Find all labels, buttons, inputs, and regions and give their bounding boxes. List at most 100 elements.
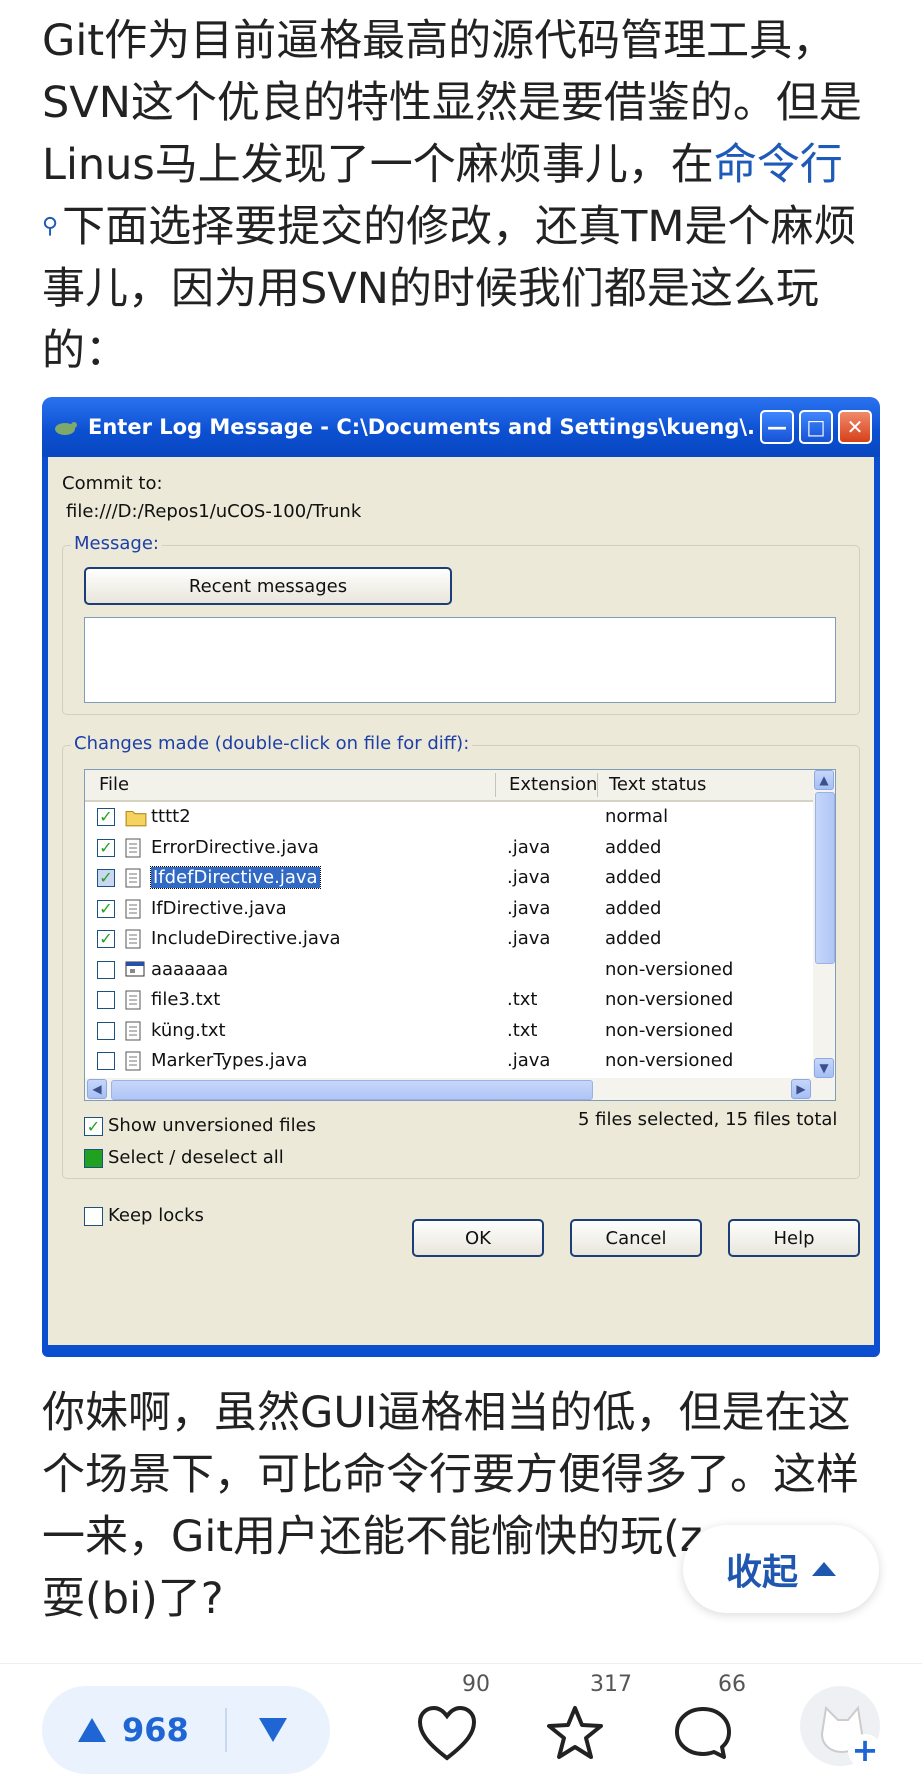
avatar[interactable]: + [800,1686,882,1768]
file-extension: .java [507,1050,551,1071]
list-header: File Extension Text status [85,770,813,802]
file-checkbox[interactable] [97,1052,115,1070]
file-checkbox[interactable] [97,1021,115,1040]
upvote-arrow-icon [78,1718,106,1742]
select-all-checkbox[interactable] [84,1149,103,1168]
heart-icon [417,1705,477,1761]
file-status: non-versioned [605,1019,734,1041]
minimize-button[interactable]: — [760,410,794,444]
file-checkbox[interactable]: ✓ [97,930,115,948]
file-icon [125,899,143,920]
file-name: tttt2 [151,806,191,827]
collapse-button[interactable]: 收起 [683,1525,879,1613]
file-icon [125,990,143,1011]
column-header-extension[interactable]: Extension [509,774,597,795]
file-status: added [605,928,662,949]
commit-to-url: file:///D:/Repos1/uCOS-100/Trunk [66,501,362,522]
file-row[interactable]: ✓ IfDirective.java .java added [85,896,813,923]
cancel-button[interactable]: Cancel [570,1219,702,1257]
file-checkbox[interactable] [97,960,115,979]
file-row[interactable]: file3.txt .txt non-versioned [85,987,813,1014]
favorite-count: 317 [590,1672,632,1697]
dialog-titlebar: Enter Log Message - C:\Documents and Set… [42,397,880,457]
file-checkbox[interactable] [97,991,115,1009]
keep-locks-label: Keep locks [108,1205,204,1226]
file-name: MarkerTypes.java [151,1050,308,1071]
scroll-up-arrow-icon[interactable]: ▲ [814,770,834,790]
recent-messages-button[interactable]: Recent messages [84,567,452,605]
file-icon [125,929,143,950]
like-button[interactable]: 90 [416,1672,490,1766]
dialog-title: Enter Log Message - C:\Documents and Set… [88,415,755,439]
file-row[interactable]: ✓ IncludeDirective.java .java added [85,926,813,953]
file-name: file3.txt [151,989,221,1010]
changes-list[interactable]: File Extension Text status ✓ tttt2 normal ✓… [84,769,836,1101]
file-name: aaaaaaa [151,958,229,980]
commit-to-label: Commit to: [62,473,163,494]
article-paragraph-1: Git作为目前逼格最高的源代码管理工具，SVN这个优良的特性显然是要借鉴的。但是… [42,10,892,382]
comment-count: 66 [718,1672,746,1697]
star-icon [547,1706,603,1759]
file-extension: .java [507,867,551,888]
scroll-right-arrow-icon[interactable]: ▶ [791,1079,811,1099]
horizontal-scrollbar[interactable]: ◀ ▶ [85,1078,835,1100]
dialog-client-area: Commit to: file:///D:/Repos1/uCOS-100/Tr… [48,457,874,1345]
column-header-file[interactable]: File [99,774,129,795]
vote-pill: 968 [42,1686,330,1774]
help-button[interactable]: Help [728,1219,860,1257]
caret-up-icon [812,1562,836,1576]
file-row[interactable]: küng.txt .txt non-versioned [85,1018,813,1045]
paragraph-text: 耍(bi)了? [42,1574,224,1624]
upvote-count: 968 [122,1711,189,1749]
file-status: non-versioned [605,1050,734,1071]
close-button[interactable]: ✕ [838,410,872,444]
search-icon[interactable]: ⚲ [42,214,58,239]
file-status: non-versioned [605,958,734,980]
file-icon [125,1051,143,1072]
horizontal-scroll-thumb[interactable] [111,1080,593,1100]
show-unversioned-label: Show unversioned files [108,1115,317,1136]
file-name: IfdefDirective.java [150,866,321,889]
file-status: normal [605,806,669,827]
collapse-label: 收起 [725,1552,798,1593]
folder-icon [125,807,147,828]
log-message-dialog-image[interactable]: Enter Log Message - C:\Documents and Set… [42,397,880,1357]
file-status: added [605,897,662,919]
file-icon [125,1021,143,1042]
file-row[interactable]: ✓ IfdefDirective.java .java added [85,865,813,892]
bottom-action-bar: 968 90 317 66 + [0,1663,922,1791]
paragraph-text: 下面选择要提交的修改，还真TM是个麻烦事儿，因为用SVN的时候我们都是这么玩的： [42,202,857,376]
file-row[interactable]: ✓ tttt2 normal [85,804,813,831]
file-status: non-versioned [605,989,734,1010]
file-name: küng.txt [151,1019,226,1041]
file-row[interactable]: aaaaaaa non-versioned [85,957,813,984]
file-checkbox[interactable]: ✓ [97,899,115,918]
command-line-link[interactable]: 命令行 [714,140,843,190]
vertical-scrollbar[interactable]: ▲ ▼ [813,770,835,1078]
select-all-label: Select / deselect all [108,1147,284,1168]
keep-locks-checkbox[interactable] [84,1207,103,1226]
exe-icon [125,960,145,981]
file-checkbox[interactable]: ✓ [97,808,115,826]
file-status: added [605,836,662,858]
file-extension: .txt [507,989,538,1010]
file-row[interactable]: MarkerTypes.java .java non-versioned [85,1048,813,1075]
file-icon [125,868,143,889]
favorite-button[interactable]: 317 [544,1672,632,1766]
vertical-scroll-thumb[interactable] [815,792,835,964]
scroll-left-arrow-icon[interactable]: ◀ [87,1079,107,1099]
comment-button[interactable]: 66 [672,1672,746,1766]
message-textarea[interactable] [84,617,836,703]
like-count: 90 [462,1672,490,1697]
ok-button[interactable]: OK [412,1219,544,1257]
upvote-button[interactable]: 968 [42,1711,189,1749]
file-checkbox[interactable]: ✓ [97,869,115,887]
scroll-down-arrow-icon[interactable]: ▼ [814,1058,834,1078]
follow-plus-icon[interactable]: + [848,1734,882,1768]
downvote-button[interactable] [258,1718,287,1742]
file-row[interactable]: ✓ ErrorDirective.java .java added [85,835,813,862]
column-header-status[interactable]: Text status [609,774,706,795]
maximize-button[interactable]: □ [799,410,833,444]
file-checkbox[interactable]: ✓ [97,838,115,857]
show-unversioned-checkbox[interactable]: ✓ [84,1117,103,1136]
